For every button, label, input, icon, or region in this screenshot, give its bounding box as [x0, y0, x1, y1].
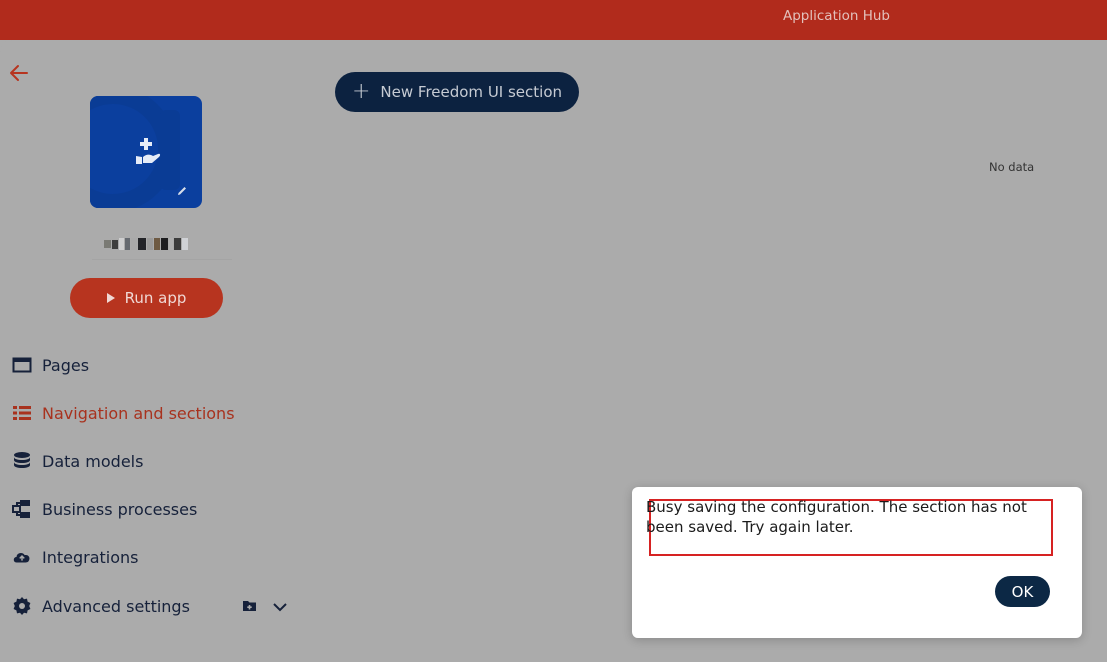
run-app-label: Run app [124, 289, 187, 307]
list-icon [12, 403, 32, 423]
sidebar-item-business-processes[interactable]: Business processes [12, 497, 197, 521]
add-folder-icon[interactable] [242, 598, 258, 617]
empty-state-text: No data [989, 160, 1035, 174]
database-icon [12, 451, 32, 471]
sidebar-item-pages[interactable]: Pages [12, 353, 89, 377]
sidebar-item-label: Navigation and sections [42, 403, 235, 423]
tile-decoration [160, 110, 180, 190]
sidebar-item-label: Advanced settings [42, 596, 190, 616]
back-arrow-icon[interactable] [8, 62, 30, 84]
sidebar-item-label: Pages [42, 355, 90, 375]
run-app-button[interactable]: Run app [70, 278, 223, 318]
gear-icon [12, 596, 32, 616]
sidebar-item-label: Business processes [42, 499, 198, 519]
sidebar-item-advanced-settings[interactable]: Advanced settings [12, 594, 190, 618]
app-name-redacted [104, 236, 196, 252]
sidebar-item-label: Data models [42, 451, 144, 471]
sidebar-item-navigation-and-sections[interactable]: Navigation and sections [12, 401, 235, 425]
sidebar-item-integrations[interactable]: Integrations [12, 545, 139, 569]
divider [92, 259, 232, 260]
pencil-icon[interactable] [176, 182, 188, 195]
new-freedom-ui-section-button[interactable]: + New Freedom UI section [335, 72, 579, 112]
top-bar: Application Hub [0, 0, 1107, 40]
app-icon-tile[interactable] [90, 96, 202, 208]
advanced-settings-actions [242, 598, 288, 616]
hand-plus-icon [134, 136, 162, 166]
plus-icon: + [351, 79, 371, 104]
sidebar-item-data-models[interactable]: Data models [12, 449, 143, 473]
process-icon [12, 499, 32, 519]
cloud-icon [12, 547, 32, 567]
play-icon [106, 293, 115, 303]
chevron-down-icon[interactable] [272, 598, 288, 617]
sidebar-item-label: Integrations [42, 547, 139, 567]
error-dialog: Busy saving the configuration. The secti… [632, 487, 1082, 638]
ok-button[interactable]: OK [995, 576, 1050, 607]
new-section-label: New Freedom UI section [380, 83, 563, 101]
dialog-message: Busy saving the configuration. The secti… [646, 498, 1027, 536]
window-icon [12, 355, 32, 375]
app-hub-title: Application Hub [783, 8, 890, 24]
